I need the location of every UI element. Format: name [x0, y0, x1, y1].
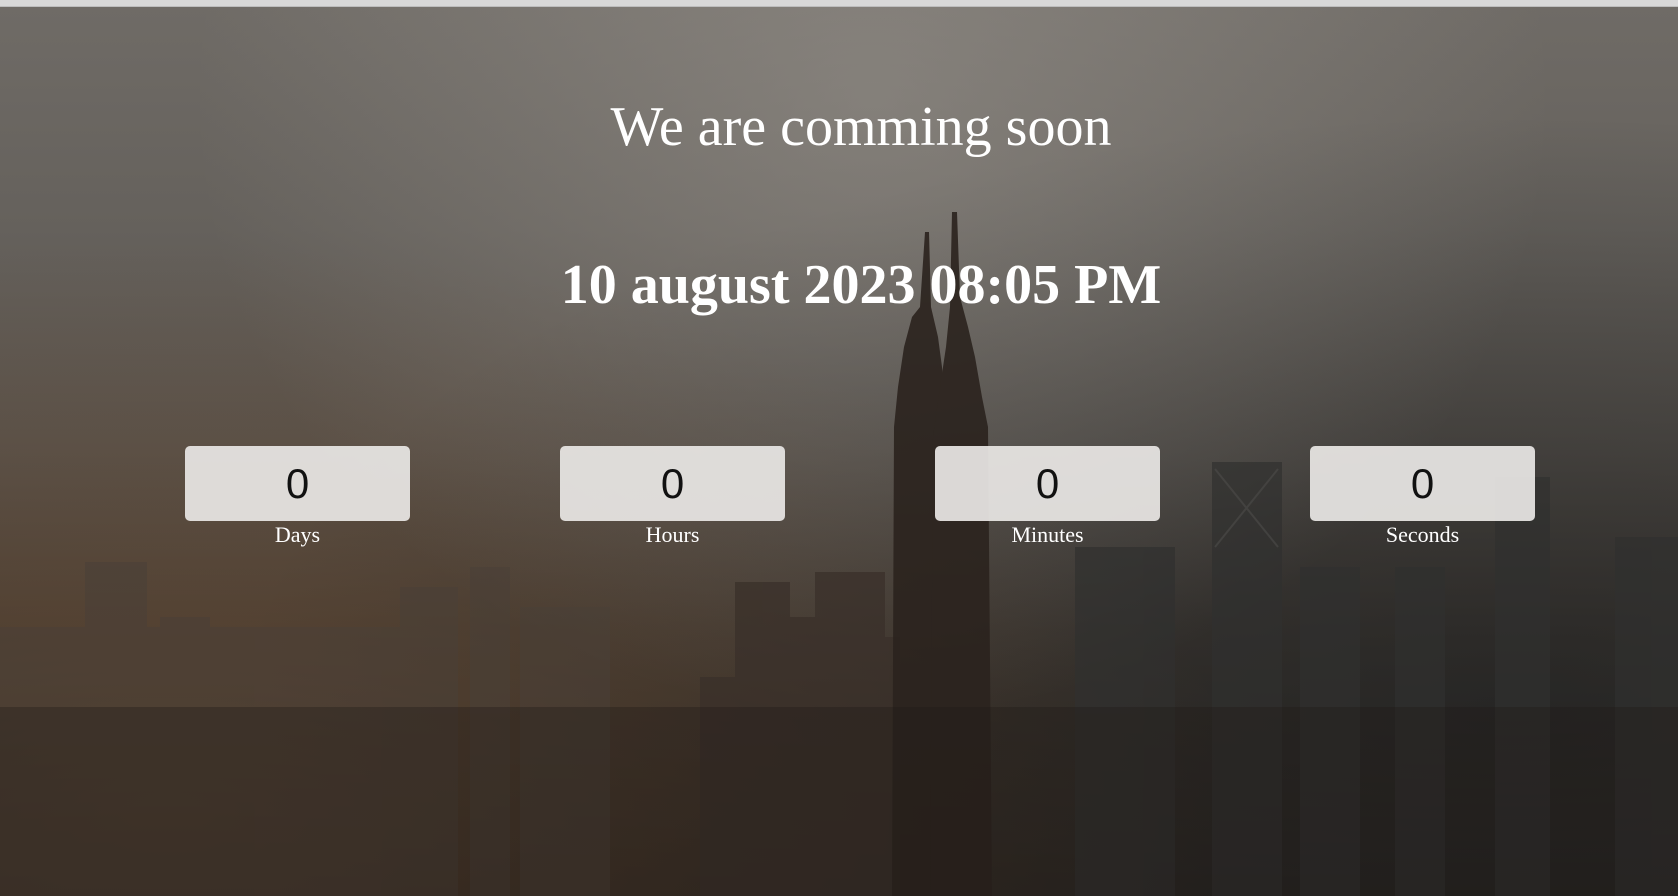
minutes-value: 0: [935, 446, 1160, 521]
days-value: 0: [185, 446, 410, 521]
countdown-seconds: 0 Seconds: [1310, 446, 1535, 547]
days-label: Days: [274, 522, 321, 547]
minutes-label: Minutes: [1011, 522, 1084, 547]
page-title: We are comming soon: [610, 96, 1112, 158]
countdown-minutes: 0 Minutes: [935, 446, 1160, 547]
launch-date: 10 august 2023 08:05 PM: [560, 254, 1162, 316]
seconds-label: Seconds: [1385, 522, 1460, 547]
hours-label: Hours: [645, 522, 700, 547]
hours-value: 0: [560, 446, 785, 521]
seconds-value: 0: [1310, 446, 1535, 521]
browser-top-strip: [0, 0, 1678, 7]
countdown-hours: 0 Hours: [560, 446, 785, 547]
countdown-days: 0 Days: [185, 446, 410, 547]
